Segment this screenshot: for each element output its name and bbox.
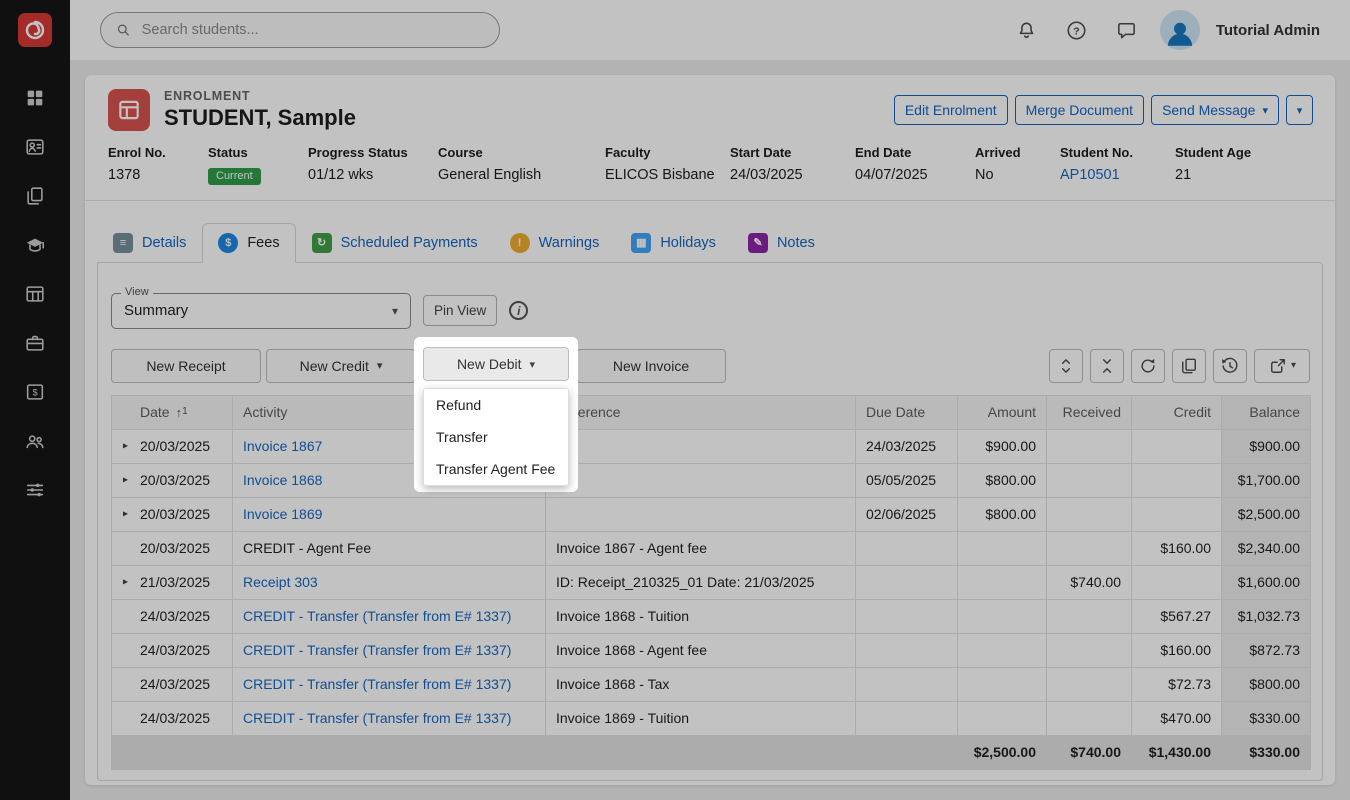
caret-down-icon: ▾: [530, 358, 536, 371]
new-debit-button[interactable]: New Debit ▾: [423, 347, 569, 381]
new-debit-menu: RefundTransferTransfer Agent Fee: [423, 388, 569, 486]
debit-menu-item-transfer-agent-fee[interactable]: Transfer Agent Fee: [424, 453, 568, 485]
tutorial-spotlight: New Debit ▾ RefundTransferTransfer Agent…: [414, 337, 578, 492]
new-debit-label: New Debit: [457, 356, 522, 372]
debit-menu-item-transfer[interactable]: Transfer: [424, 421, 568, 453]
dim-overlay: [0, 0, 1350, 800]
debit-menu-item-refund[interactable]: Refund: [424, 389, 568, 421]
